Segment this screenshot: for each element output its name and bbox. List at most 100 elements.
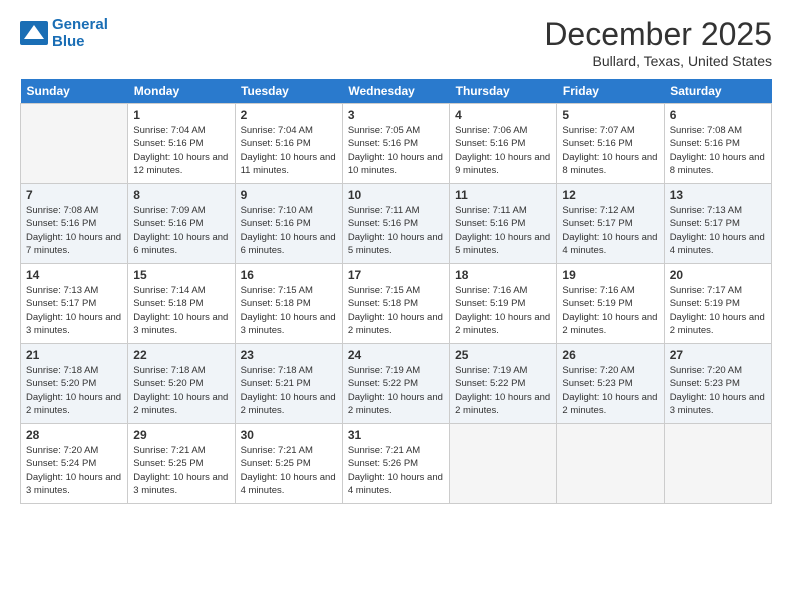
week-row-5: 28Sunrise: 7:20 AMSunset: 5:24 PMDayligh…: [21, 424, 772, 504]
day-number: 27: [670, 348, 766, 362]
day-number: 25: [455, 348, 551, 362]
day-cell: [450, 424, 557, 504]
day-cell: 23Sunrise: 7:18 AMSunset: 5:21 PMDayligh…: [235, 344, 342, 424]
day-cell: 26 Sunrise: 7:20 AMSunset: 5:23 PMDayligh…: [557, 344, 664, 424]
day-cell: 20Sunrise: 7:17 AMSunset: 5:19 PMDayligh…: [664, 264, 771, 344]
day-info: Sunrise: 7:18 AMSunset: 5:20 PMDaylight:…: [26, 364, 122, 417]
day-info: Sunrise: 7:04 AMSunset: 5:16 PMDaylight:…: [133, 124, 229, 177]
calendar-container: General Blue December 2025 Bullard, Texa…: [0, 0, 792, 514]
logo-line1: General: [52, 16, 108, 33]
day-info: Sunrise: 7:06 AMSunset: 5:16 PMDaylight:…: [455, 124, 551, 177]
day-number: 22: [133, 348, 229, 362]
day-info: Sunrise: 7:13 AMSunset: 5:17 PMDaylight:…: [670, 204, 766, 257]
logo-text: General Blue: [52, 16, 108, 50]
day-number: 4: [455, 108, 551, 122]
day-number: 19: [562, 268, 658, 282]
day-info: Sunrise: 7:08 AMSunset: 5:16 PMDaylight:…: [26, 204, 122, 257]
day-header-sunday: Sunday: [21, 79, 128, 104]
week-row-2: 7Sunrise: 7:08 AMSunset: 5:16 PMDaylight…: [21, 184, 772, 264]
day-cell: 5 Sunrise: 7:07 AMSunset: 5:16 PMDaylight…: [557, 104, 664, 184]
day-cell: 12 Sunrise: 7:12 AMSunset: 5:17 PMDayligh…: [557, 184, 664, 264]
logo-icon: [20, 21, 48, 45]
day-cell: 31 Sunrise: 7:21 AMSunset: 5:26 PMDayligh…: [342, 424, 449, 504]
day-header-saturday: Saturday: [664, 79, 771, 104]
day-info: Sunrise: 7:20 AMSunset: 5:24 PMDaylight:…: [26, 444, 122, 497]
day-cell: 10Sunrise: 7:11 AMSunset: 5:16 PMDayligh…: [342, 184, 449, 264]
day-header-tuesday: Tuesday: [235, 79, 342, 104]
day-cell: 3 Sunrise: 7:05 AMSunset: 5:16 PMDaylight…: [342, 104, 449, 184]
day-number: 29: [133, 428, 229, 442]
day-info: Sunrise: 7:08 AMSunset: 5:16 PMDaylight:…: [670, 124, 766, 177]
location: Bullard, Texas, United States: [544, 53, 772, 69]
day-number: 1: [133, 108, 229, 122]
day-cell: 11 Sunrise: 7:11 AMSunset: 5:16 PMDayligh…: [450, 184, 557, 264]
day-cell: 15Sunrise: 7:14 AMSunset: 5:18 PMDayligh…: [128, 264, 235, 344]
day-info: Sunrise: 7:07 AMSunset: 5:16 PMDaylight:…: [562, 124, 658, 177]
day-number: 24: [348, 348, 444, 362]
day-info: Sunrise: 7:19 AMSunset: 5:22 PMDaylight:…: [455, 364, 551, 417]
day-cell: 9Sunrise: 7:10 AMSunset: 5:16 PMDaylight…: [235, 184, 342, 264]
day-number: 14: [26, 268, 122, 282]
day-number: 13: [670, 188, 766, 202]
header-row-days: SundayMondayTuesdayWednesdayThursdayFrid…: [21, 79, 772, 104]
week-row-3: 14 Sunrise: 7:13 AMSunset: 5:17 PMDayligh…: [21, 264, 772, 344]
logo-line2: Blue: [52, 33, 108, 50]
day-info: Sunrise: 7:19 AMSunset: 5:22 PMDaylight:…: [348, 364, 444, 417]
day-cell: 2 Sunrise: 7:04 AMSunset: 5:16 PMDaylight…: [235, 104, 342, 184]
week-row-1: 1 Sunrise: 7:04 AMSunset: 5:16 PMDaylight…: [21, 104, 772, 184]
day-info: Sunrise: 7:05 AMSunset: 5:16 PMDaylight:…: [348, 124, 444, 177]
day-info: Sunrise: 7:21 AMSunset: 5:25 PMDaylight:…: [241, 444, 337, 497]
day-cell: 25 Sunrise: 7:19 AMSunset: 5:22 PMDayligh…: [450, 344, 557, 424]
day-header-thursday: Thursday: [450, 79, 557, 104]
day-info: Sunrise: 7:20 AMSunset: 5:23 PMDaylight:…: [562, 364, 658, 417]
week-row-4: 21 Sunrise: 7:18 AMSunset: 5:20 PMDayligh…: [21, 344, 772, 424]
day-number: 26: [562, 348, 658, 362]
day-info: Sunrise: 7:21 AMSunset: 5:26 PMDaylight:…: [348, 444, 444, 497]
day-info: Sunrise: 7:15 AMSunset: 5:18 PMDaylight:…: [348, 284, 444, 337]
day-number: 3: [348, 108, 444, 122]
day-info: Sunrise: 7:16 AMSunset: 5:19 PMDaylight:…: [562, 284, 658, 337]
day-cell: 24 Sunrise: 7:19 AMSunset: 5:22 PMDayligh…: [342, 344, 449, 424]
day-cell: 16Sunrise: 7:15 AMSunset: 5:18 PMDayligh…: [235, 264, 342, 344]
logo: General Blue: [20, 16, 108, 50]
day-number: 31: [348, 428, 444, 442]
day-info: Sunrise: 7:13 AMSunset: 5:17 PMDaylight:…: [26, 284, 122, 337]
day-info: Sunrise: 7:09 AMSunset: 5:16 PMDaylight:…: [133, 204, 229, 257]
day-cell: [557, 424, 664, 504]
day-number: 5: [562, 108, 658, 122]
day-cell: 29Sunrise: 7:21 AMSunset: 5:25 PMDayligh…: [128, 424, 235, 504]
day-cell: [664, 424, 771, 504]
day-info: Sunrise: 7:04 AMSunset: 5:16 PMDaylight:…: [241, 124, 337, 177]
day-number: 8: [133, 188, 229, 202]
day-number: 20: [670, 268, 766, 282]
header-row: General Blue December 2025 Bullard, Texa…: [20, 16, 772, 69]
day-number: 11: [455, 188, 551, 202]
day-info: Sunrise: 7:11 AMSunset: 5:16 PMDaylight:…: [455, 204, 551, 257]
day-cell: 13 Sunrise: 7:13 AMSunset: 5:17 PMDayligh…: [664, 184, 771, 264]
day-number: 6: [670, 108, 766, 122]
day-cell: 7Sunrise: 7:08 AMSunset: 5:16 PMDaylight…: [21, 184, 128, 264]
day-number: 21: [26, 348, 122, 362]
day-cell: 21 Sunrise: 7:18 AMSunset: 5:20 PMDayligh…: [21, 344, 128, 424]
day-info: Sunrise: 7:18 AMSunset: 5:20 PMDaylight:…: [133, 364, 229, 417]
day-info: Sunrise: 7:12 AMSunset: 5:17 PMDaylight:…: [562, 204, 658, 257]
day-number: 30: [241, 428, 337, 442]
day-cell: 18Sunrise: 7:16 AMSunset: 5:19 PMDayligh…: [450, 264, 557, 344]
calendar-table: SundayMondayTuesdayWednesdayThursdayFrid…: [20, 79, 772, 504]
day-number: 18: [455, 268, 551, 282]
day-cell: 6 Sunrise: 7:08 AMSunset: 5:16 PMDaylight…: [664, 104, 771, 184]
day-number: 2: [241, 108, 337, 122]
day-number: 23: [241, 348, 337, 362]
day-number: 15: [133, 268, 229, 282]
day-info: Sunrise: 7:10 AMSunset: 5:16 PMDaylight:…: [241, 204, 337, 257]
day-cell: 17 Sunrise: 7:15 AMSunset: 5:18 PMDayligh…: [342, 264, 449, 344]
day-cell: [21, 104, 128, 184]
day-info: Sunrise: 7:11 AMSunset: 5:16 PMDaylight:…: [348, 204, 444, 257]
day-number: 12: [562, 188, 658, 202]
day-cell: 4 Sunrise: 7:06 AMSunset: 5:16 PMDaylight…: [450, 104, 557, 184]
day-info: Sunrise: 7:20 AMSunset: 5:23 PMDaylight:…: [670, 364, 766, 417]
day-number: 17: [348, 268, 444, 282]
day-info: Sunrise: 7:15 AMSunset: 5:18 PMDaylight:…: [241, 284, 337, 337]
day-cell: 1 Sunrise: 7:04 AMSunset: 5:16 PMDaylight…: [128, 104, 235, 184]
day-cell: 28Sunrise: 7:20 AMSunset: 5:24 PMDayligh…: [21, 424, 128, 504]
